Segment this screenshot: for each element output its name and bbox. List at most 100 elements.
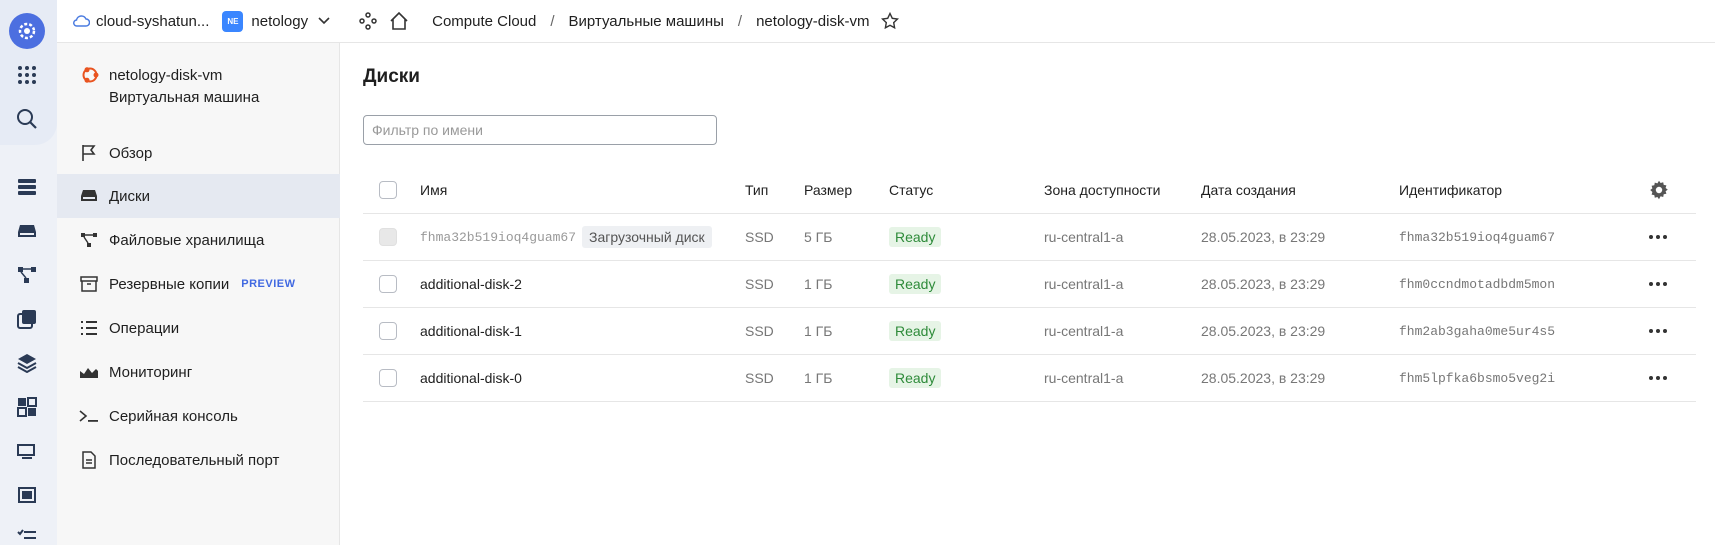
- table-row[interactable]: additional-disk-2 SSD 1 ГБ Ready ru-cent…: [363, 261, 1696, 308]
- ubuntu-icon: [82, 67, 99, 83]
- table-row[interactable]: additional-disk-1 SSD 1 ГБ Ready ru-cent…: [363, 308, 1696, 355]
- disk-size: 1 ГБ: [804, 276, 833, 292]
- disk-id: fhm2ab3gaha0me5ur4s5: [1399, 323, 1556, 339]
- flag-icon: [79, 143, 99, 163]
- sidebar-item-file-storage[interactable]: Файловые хранилища: [57, 218, 340, 262]
- cloud-name: cloud-syshatun...: [96, 12, 210, 30]
- network-icon[interactable]: [12, 260, 42, 290]
- created-date: 28.05.2023, в 23:29: [1201, 229, 1326, 245]
- status-badge: Ready: [889, 227, 942, 247]
- breadcrumb-compute-cloud[interactable]: Compute Cloud: [432, 13, 536, 30]
- disk-name[interactable]: additional-disk-2: [420, 261, 522, 307]
- cloud-selector[interactable]: cloud-syshatun...: [72, 13, 209, 30]
- availability-zone: ru-central1-a: [1044, 229, 1124, 245]
- column-header-created[interactable]: Дата создания: [1201, 166, 1296, 213]
- created-date: 28.05.2023, в 23:29: [1201, 323, 1326, 339]
- created-date: 28.05.2023, в 23:29: [1201, 276, 1326, 292]
- sidebar-item-label: Серийная консоль: [109, 407, 238, 425]
- row-checkbox: [379, 228, 397, 246]
- cloud-logo-icon[interactable]: [9, 13, 45, 49]
- dashboard-icon[interactable]: [12, 392, 42, 422]
- document-icon: [79, 450, 99, 470]
- sidebar-item-overview[interactable]: Обзор: [57, 131, 340, 175]
- disk-size: 5 ГБ: [804, 229, 833, 245]
- frame-icon[interactable]: [12, 480, 42, 510]
- status-badge: Ready: [889, 321, 942, 341]
- availability-zone: ru-central1-a: [1044, 276, 1124, 292]
- service-graph-icon[interactable]: [359, 12, 377, 30]
- monitor-icon[interactable]: [12, 436, 42, 466]
- sidebar-item-monitoring[interactable]: Мониторинг: [57, 350, 340, 394]
- disks-table: Имя Тип Размер Статус Зона доступности Д…: [363, 166, 1696, 402]
- column-header-zone[interactable]: Зона доступности: [1044, 166, 1161, 213]
- status-badge: Ready: [889, 368, 942, 388]
- status-badge: Ready: [889, 274, 942, 294]
- disk-size: 1 ГБ: [804, 323, 833, 339]
- server-icon[interactable]: [12, 172, 42, 202]
- sidebar-item-serial-console[interactable]: Серийная консоль: [57, 394, 340, 438]
- apps-grid-icon[interactable]: [12, 60, 42, 90]
- vm-name: netology-disk-vm: [109, 67, 223, 84]
- created-date: 28.05.2023, в 23:29: [1201, 370, 1326, 386]
- cloud-icon: [73, 15, 90, 27]
- table-row[interactable]: fhma32b519ioq4guam67 Загрузочный диск SS…: [363, 214, 1696, 261]
- disk-type: SSD: [745, 276, 774, 292]
- breadcrumb-virtual-machines[interactable]: Виртуальные машины: [569, 13, 724, 30]
- column-header-name[interactable]: Имя: [420, 166, 447, 213]
- row-checkbox[interactable]: [379, 369, 397, 387]
- breadcrumb-separator: /: [737, 12, 743, 30]
- sidebar-item-backups[interactable]: Резервные копии PREVIEW: [57, 262, 340, 306]
- home-icon[interactable]: [389, 11, 409, 31]
- table-row[interactable]: additional-disk-0 SSD 1 ГБ Ready ru-cent…: [363, 355, 1696, 402]
- vm-type: Виртуальная машина: [109, 89, 260, 106]
- more-actions-icon[interactable]: [1649, 282, 1667, 286]
- breadcrumb-current-vm: netology-disk-vm: [756, 12, 870, 30]
- terminal-icon: [79, 406, 99, 426]
- chevron-down-icon: [318, 17, 330, 25]
- disk-icon: [79, 186, 99, 206]
- availability-zone: ru-central1-a: [1044, 370, 1124, 386]
- column-header-status[interactable]: Статус: [889, 166, 933, 213]
- sidebar-item-operations[interactable]: Операции: [57, 306, 340, 350]
- filter-input[interactable]: [363, 115, 717, 145]
- disk-id: fhm5lpfka6bsmo5veg2i: [1399, 370, 1556, 386]
- folder-name: netology: [251, 12, 309, 30]
- top-header: cloud-syshatun... NE netology Compute Cl…: [57, 0, 1715, 43]
- column-header-size[interactable]: Размер: [804, 166, 852, 213]
- folder-selector[interactable]: NE netology: [222, 10, 330, 32]
- sidebar-item-label: Файловые хранилища: [109, 231, 265, 249]
- disk-id: fhm0ccndmotadbdm5mon: [1399, 276, 1556, 292]
- more-actions-icon[interactable]: [1649, 376, 1667, 380]
- copy-icon[interactable]: [12, 304, 42, 334]
- table-header-row: Имя Тип Размер Статус Зона доступности Д…: [363, 166, 1696, 214]
- sidebar-item-disks[interactable]: Диски: [57, 174, 340, 218]
- sidebar-item-label: Мониторинг: [109, 363, 193, 381]
- page-title: Диски: [363, 66, 420, 87]
- disk-type: SSD: [745, 229, 774, 245]
- select-all-checkbox[interactable]: [379, 180, 397, 199]
- folder-badge: NE: [222, 10, 244, 32]
- chart-icon: [79, 362, 99, 382]
- column-header-type[interactable]: Тип: [745, 166, 768, 213]
- search-icon[interactable]: [12, 104, 42, 134]
- disk-id: fhma32b519ioq4guam67: [1399, 229, 1556, 245]
- sidebar-item-label: Операции: [109, 319, 180, 337]
- disk-icon[interactable]: [12, 216, 42, 246]
- disk-name[interactable]: additional-disk-1: [420, 308, 522, 354]
- more-actions-icon[interactable]: [1649, 235, 1667, 239]
- disk-size: 1 ГБ: [804, 370, 833, 386]
- row-checkbox[interactable]: [379, 275, 397, 293]
- more-actions-icon[interactable]: [1649, 329, 1667, 333]
- disk-name[interactable]: additional-disk-0: [420, 355, 522, 401]
- table-settings-gear-icon[interactable]: [1649, 166, 1669, 213]
- checklist-icon[interactable]: [12, 522, 42, 545]
- sidebar-item-label: Резервные копии: [109, 275, 230, 293]
- star-icon[interactable]: [881, 12, 900, 30]
- sidebar-item-serial-port[interactable]: Последовательный порт: [57, 438, 340, 482]
- archive-icon: [79, 274, 99, 294]
- vm-sidebar: netology-disk-vm Виртуальная машина Обзо…: [57, 43, 340, 545]
- column-header-id[interactable]: Идентификатор: [1399, 166, 1502, 213]
- disk-name[interactable]: fhma32b519ioq4guam67: [420, 230, 576, 245]
- row-checkbox[interactable]: [379, 322, 397, 340]
- layers-icon[interactable]: [12, 348, 42, 378]
